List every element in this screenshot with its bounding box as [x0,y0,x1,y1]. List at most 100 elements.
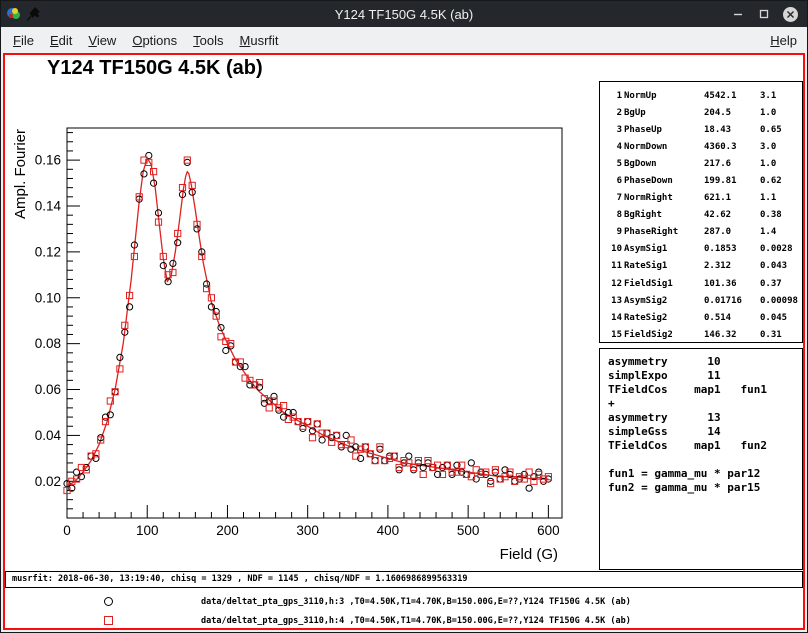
svg-text:500: 500 [457,523,480,538]
legend-entry-1: data/deltat_pta_gps_3110,h:3 ,T0=4.50K,T… [5,592,803,611]
theory-line: fun2 = gamma_mu * par15 [608,481,802,495]
param-row: 8BgRight42.620.38 [600,207,802,224]
param-perr: 0.38 [760,210,798,220]
param-row: 9PhaseRight287.01.4 [600,224,802,241]
svg-text:400: 400 [377,523,400,538]
menu-edit[interactable]: Edit [42,30,80,51]
fit-info-text: musrfit: 2018-06-30, 13:19:40, chisq = 1… [12,574,467,584]
fourier-chart[interactable]: 01002003004005006000.020.040.060.080.100… [5,55,605,567]
svg-text:0.02: 0.02 [35,474,61,489]
param-perr: 1.0 [760,108,798,118]
info-pad: musrfit: 2018-06-30, 13:19:40, chisq = 1… [5,571,803,588]
svg-text:0.08: 0.08 [35,336,61,351]
param-idx: 11 [606,261,624,271]
param-pname: NormRight [624,193,704,203]
theory-pad[interactable]: asymmetry 10simplExpo 11TFieldCos map1 f… [599,348,803,570]
root-canvas[interactable]: Y124 TF150G 4.5K (ab) 010020030040050060… [3,53,805,630]
x-axis-title: Field (G) [500,546,558,563]
maximize-button[interactable] [755,5,773,23]
param-perr: 1.1 [760,193,798,203]
menubar: FileEditViewOptionsToolsMusrfit Help [1,27,807,53]
param-pval: 101.36 [704,279,760,289]
param-perr: 0.37 [760,279,798,289]
theory-line: asymmetry 13 [608,411,802,425]
param-idx: 13 [606,296,624,306]
param-pval: 287.0 [704,227,760,237]
menu-musrfit[interactable]: Musrfit [232,30,287,51]
menubar-items: FileEditViewOptionsToolsMusrfit [1,30,287,51]
param-row: 13AsymSig20.017160.00098 [600,292,802,309]
svg-text:200: 200 [216,523,239,538]
theory-line: TFieldCos map1 fun1 [608,383,802,397]
param-perr: 0.043 [760,261,798,271]
open-square-marker-icon [104,616,113,625]
param-idx: 7 [606,193,624,203]
param-idx: 15 [606,330,624,340]
param-row: 10AsymSig10.18530.0028 [600,241,802,258]
param-pname: NormUp [624,91,704,101]
param-perr: 0.62 [760,176,798,186]
menu-file[interactable]: File [5,30,42,51]
menu-tools[interactable]: Tools [185,30,231,51]
parameter-pad[interactable]: 1NormUp4542.13.12BgUp204.51.03PhaseUp18.… [599,81,803,343]
param-idx: 5 [606,159,624,169]
theory-line: TFieldCos map1 fun2 [608,439,802,453]
param-perr: 0.045 [760,313,798,323]
param-pval: 204.5 [704,108,760,118]
param-pname: RateSig2 [624,313,704,323]
param-row: 6PhaseDown199.810.62 [600,172,802,189]
param-idx: 1 [606,91,624,101]
param-idx: 6 [606,176,624,186]
param-pname: PhaseRight [624,227,704,237]
titlebar[interactable]: Y124 TF150G 4.5K (ab) [1,1,807,27]
param-pname: AsymSig2 [624,296,704,306]
theory-line [608,453,802,467]
param-idx: 12 [606,279,624,289]
svg-text:0: 0 [63,523,71,538]
param-row: 7NormRight621.11.1 [600,190,802,207]
param-perr: 3.0 [760,142,798,152]
param-perr: 0.65 [760,125,798,135]
app-window: Y124 TF150G 4.5K (ab) FileEditViewOption… [0,0,808,633]
svg-text:0.04: 0.04 [35,428,62,443]
menu-view[interactable]: View [80,30,124,51]
menu-options[interactable]: Options [124,30,185,51]
param-pval: 4542.1 [704,91,760,101]
menu-help[interactable]: Help [762,30,807,51]
theory-line: simplExpo 11 [608,369,802,383]
param-pname: RateSig1 [624,261,704,271]
close-button[interactable] [781,5,799,23]
svg-text:0.06: 0.06 [35,382,61,397]
param-pname: BgRight [624,210,704,220]
param-idx: 3 [606,125,624,135]
open-circle-marker-icon [104,597,113,606]
svg-text:0.10: 0.10 [35,290,61,305]
svg-text:0.14: 0.14 [35,199,62,214]
svg-text:0.12: 0.12 [35,244,61,259]
param-pval: 146.32 [704,330,760,340]
param-row: 2BgUp204.51.0 [600,104,802,121]
legend: data/deltat_pta_gps_3110,h:3 ,T0=4.50K,T… [5,592,803,630]
param-pval: 0.1853 [704,244,760,254]
param-idx: 8 [606,210,624,220]
param-pval: 0.01716 [704,296,760,306]
param-perr: 1.0 [760,159,798,169]
param-perr: 0.0028 [760,244,798,254]
minimize-button[interactable] [729,5,747,23]
theory-line: simpleGss 14 [608,425,802,439]
pin-icon[interactable] [26,6,42,22]
param-perr: 3.1 [760,91,798,101]
param-pval: 42.62 [704,210,760,220]
param-pname: PhaseDown [624,176,704,186]
param-pval: 217.6 [704,159,760,169]
param-pname: BgDown [624,159,704,169]
param-idx: 2 [606,108,624,118]
param-idx: 10 [606,244,624,254]
param-pname: NormDown [624,142,704,152]
param-perr: 0.31 [760,330,798,340]
svg-text:0.16: 0.16 [35,153,61,168]
legend-entry-2: data/deltat_pta_gps_3110,h:4 ,T0=4.50K,T… [5,611,803,630]
param-pval: 621.1 [704,193,760,203]
svg-text:600: 600 [537,523,560,538]
param-pval: 18.43 [704,125,760,135]
